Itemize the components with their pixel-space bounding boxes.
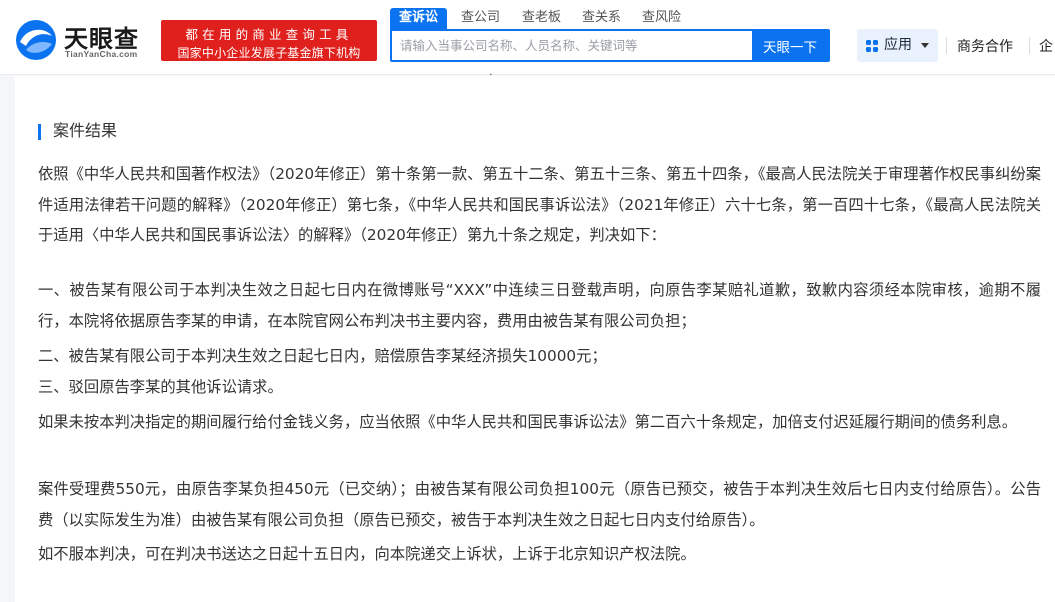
nav-enterprise[interactable]: 企 [1039, 36, 1053, 56]
apps-menu-button[interactable]: 应用 [857, 29, 938, 62]
appeal-notice: 如不服本判决，可在判决书送达之日起十五日内，向本院递交上诉状，上诉于北京知识产权… [38, 545, 696, 563]
judgment-item-3: 三、驳回原告李某的其他诉讼请求。 [38, 378, 283, 396]
search-input[interactable] [392, 31, 752, 60]
tab-risk[interactable]: 查风险 [633, 8, 690, 30]
apps-grid-icon [866, 40, 878, 52]
judgment-item-2: 二、被告某有限公司于本判决生效之日起七日内，赔偿原告李某经济损失10000元； [38, 347, 607, 365]
tab-company[interactable]: 查公司 [452, 8, 509, 30]
nav-divider [946, 37, 947, 54]
top-header: 天眼查 TianYanCha.com 都在用的商业查询工具 国家中小企业发展子基… [0, 0, 1055, 75]
tab-boss[interactable]: 查老板 [513, 8, 570, 30]
section-title: 案件结果 [38, 121, 117, 141]
divider-mark: · [489, 68, 493, 81]
case-fees: 案件受理费550元，由原告李某负担450元（已交纳）；由被告某有限公司负担100… [38, 480, 1041, 529]
judgment-item-1: 一、被告某有限公司于本判决生效之日起七日内在微博账号“XXX”中连续三日登载声明… [38, 281, 1041, 330]
payment-obligation: 如果未按本判决指定的期间履行给付金钱义务，应当依照《中华人民共和国民事诉讼法》第… [38, 413, 1018, 431]
slogan-banner: 都在用的商业查询工具 国家中小企业发展子基金旗下机构 [161, 20, 377, 61]
tab-relations[interactable]: 查关系 [573, 8, 630, 30]
case-result-panel: · 案件结果 依照《中华人民共和国著作权法》（2020年修正）第十条第一款、第五… [15, 68, 1055, 602]
logo-mark-icon [16, 20, 56, 60]
search-box: 天眼一下 [390, 29, 830, 62]
slogan-line-2: 国家中小企业发展子基金旗下机构 [177, 46, 361, 60]
caret-down-icon [921, 43, 929, 48]
apps-label: 应用 [884, 37, 912, 53]
logo-subtext: TianYanCha.com [65, 49, 138, 59]
nav-business-cooperation[interactable]: 商务合作 [957, 36, 1013, 56]
search-button[interactable]: 天眼一下 [752, 31, 828, 60]
slogan-line-1: 都在用的商业查询工具 [185, 27, 353, 42]
judgment-basis: 依照《中华人民共和国著作权法》（2020年修正）第十条第一款、第五十二条、第五十… [38, 165, 1041, 244]
tianyancha-logo[interactable]: 天眼查 TianYanCha.com [14, 18, 154, 62]
tab-litigation[interactable]: 查诉讼 [390, 8, 448, 30]
nav-divider [1029, 37, 1030, 54]
